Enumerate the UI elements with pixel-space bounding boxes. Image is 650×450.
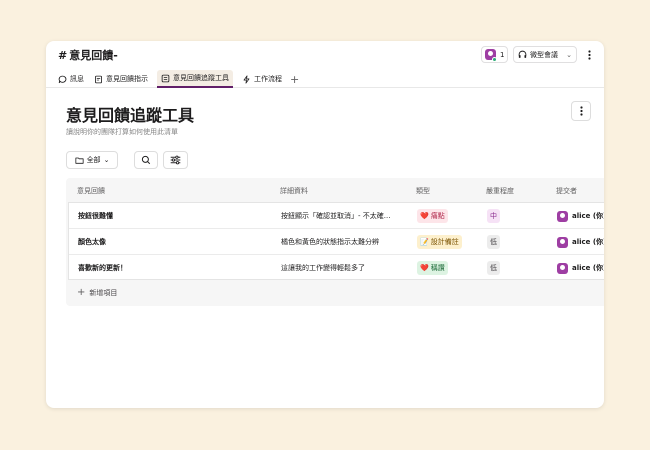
channel-name: 意見回饋- [69,49,118,62]
table-row[interactable]: 按鈕很難懂 按鈕顯示「確認並取消」- 不太確... ❤️ 痛點 中 alice (… [69,203,604,229]
feedback-title: 喜歡新的更新！ [78,264,127,272]
avatar [557,262,568,274]
column-header-type[interactable]: 類型 [416,186,430,196]
app-window: # 意見回饋- 1 微型會議 ⌄ 訊息 意見回饋指示 意見回饋追蹤工具 工作流程… [46,41,604,408]
type-label: 設計備註 [430,238,459,246]
message-icon [58,75,67,83]
tab-messages[interactable]: 訊息 [58,70,84,88]
member-count: 1 [500,50,505,59]
submitter-name: alice (你) [572,264,604,272]
tab-label: 訊息 [70,75,84,83]
view-filter-label: 全部 [86,156,101,164]
heart-icon: ❤️ [420,212,429,220]
sliders-icon [170,155,181,165]
folder-icon [75,157,84,164]
more-options-icon[interactable] [582,46,596,63]
type-cell[interactable]: ❤️ 痛點 [417,203,483,229]
add-item-button[interactable]: + 新增項目 [77,287,117,298]
page-title: 意見回饋追蹤工具 [66,106,195,125]
settings-button[interactable] [163,151,188,169]
table-body: 按鈕很難懂 按鈕顯示「確認並取消」- 不太確... ❤️ 痛點 中 alice (… [68,202,604,280]
table-row[interactable]: 顏色太像 橘色和黃色的狀態指示太難分辨 📝 設計備註 低 alice (你) [69,229,604,255]
feedback-title: 顏色太像 [78,238,106,246]
feedback-table: 意見回饋 詳細資料 類型 嚴重程度 提交者 按鈕很難懂 按鈕顯示「確認並取消」-… [66,178,604,306]
list-more-options-icon[interactable] [571,101,591,121]
headphones-icon [518,50,527,58]
severity-cell[interactable]: 低 [487,255,547,281]
heart-icon: ❤️ [420,264,429,272]
tab-workflows[interactable]: 工作流程 [242,70,282,88]
channel-hash: # [58,49,68,62]
feedback-detail: 這讓我的工作變得輕鬆多了 [281,264,365,272]
feedback-detail: 橘色和黃色的狀態指示太難分辨 [281,238,379,246]
type-label: 痛點 [430,212,445,220]
tab-label: 意見回饋追蹤工具 [173,74,229,82]
chevron-down-icon: ⌄ [103,156,110,164]
table-row[interactable]: 喜歡新的更新！ 這讓我的工作變得輕鬆多了 ❤️ 稱讚 低 alice (你) [69,255,604,281]
severity-tag: 中 [487,209,500,223]
memo-icon: 📝 [420,238,429,246]
feedback-title: 按鈕很難懂 [78,212,113,220]
tab-feedback-tracker[interactable]: 意見回饋追蹤工具 [157,70,233,88]
type-cell[interactable]: ❤️ 稱讚 [417,255,483,281]
submitter-cell[interactable]: alice (你) [557,203,604,229]
submitter-name: alice (你) [572,238,604,246]
tab-label: 工作流程 [254,75,282,83]
severity-cell[interactable]: 低 [487,229,547,255]
type-tag: 📝 設計備註 [417,235,462,249]
add-tab-icon[interactable]: + [290,70,299,88]
severity-cell[interactable]: 中 [487,203,547,229]
column-header-details[interactable]: 詳細資料 [280,186,308,196]
submitter-name: alice (你) [572,212,604,220]
online-status-icon [492,57,497,62]
type-tag: ❤️ 稱讚 [417,261,448,275]
feedback-detail: 按鈕顯示「確認並取消」- 不太確... [281,212,391,220]
submitter-cell[interactable]: alice (你) [557,229,604,255]
column-header-severity[interactable]: 嚴重程度 [486,186,514,196]
chevron-down-icon: ⌄ [566,50,572,59]
channel-header: # 意見回饋- 1 微型會議 ⌄ [46,41,604,67]
type-cell[interactable]: 📝 設計備註 [417,229,483,255]
table-header: 意見回饋 詳細資料 類型 嚴重程度 提交者 [66,178,604,202]
view-filter-button[interactable]: 全部 ⌄ [66,151,118,169]
avatar [557,210,568,222]
plus-icon: + [77,287,86,298]
channel-tabs: 訊息 意見回饋指示 意見回饋追蹤工具 工作流程 + [46,68,604,88]
list-description[interactable]: 讀說明你的團隊打算如何使用此清單 [66,127,178,137]
huddle-button[interactable]: 微型會議 ⌄ [513,46,577,63]
column-header-feedback[interactable]: 意見回饋 [77,186,105,196]
members-button[interactable]: 1 [481,46,508,63]
channel-title[interactable]: # 意見回饋- [58,47,118,63]
list-icon [161,74,170,82]
tab-label: 意見回饋指示 [106,75,148,83]
type-label: 稱讚 [430,264,445,272]
search-icon [141,155,151,165]
submitter-cell[interactable]: alice (你) [557,255,604,281]
add-item-label: 新增項目 [89,288,118,297]
column-header-submitter[interactable]: 提交者 [556,186,577,196]
type-tag: ❤️ 痛點 [417,209,448,223]
workflow-icon [243,74,250,84]
severity-tag: 低 [487,235,500,249]
canvas-icon [94,75,103,83]
severity-tag: 低 [487,261,500,275]
huddle-label: 微型會議 [530,50,558,59]
tab-feedback-instructions[interactable]: 意見回饋指示 [94,70,148,88]
search-button[interactable] [134,151,158,169]
avatar [557,236,568,248]
